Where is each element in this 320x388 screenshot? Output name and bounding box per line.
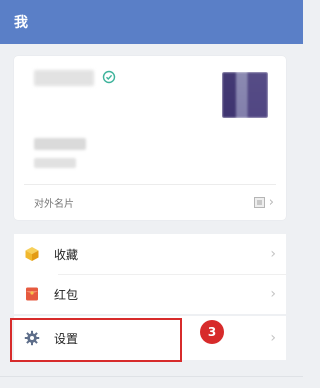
verified-icon xyxy=(102,70,116,84)
chevron-right-icon: › xyxy=(270,286,276,302)
highlight-box xyxy=(10,318,182,362)
chevron-right-icon: › xyxy=(270,246,276,262)
cube-icon xyxy=(24,246,40,262)
card-divider xyxy=(24,184,276,185)
blurred-account-subtext xyxy=(34,158,76,168)
blurred-account-id xyxy=(34,138,86,150)
bottom-divider xyxy=(0,376,303,377)
menu-item-red-envelope[interactable]: 红包 › xyxy=(14,274,286,314)
qr-code-icon xyxy=(253,196,265,208)
menu-item-label: 收藏 xyxy=(54,247,79,262)
step-number-badge: 3 xyxy=(200,320,224,344)
business-card-row[interactable]: 对外名片 › xyxy=(34,190,274,214)
menu-item-favorites[interactable]: 收藏 › xyxy=(14,234,286,274)
blurred-username xyxy=(34,70,94,86)
top-bar: 我 xyxy=(0,0,303,44)
red-envelope-icon xyxy=(24,286,40,302)
avatar[interactable] xyxy=(222,72,268,118)
menu-item-label: 红包 xyxy=(54,287,79,302)
chevron-right-icon: › xyxy=(270,330,276,346)
chevron-right-icon: › xyxy=(268,194,274,210)
page-title: 我 xyxy=(14,15,28,31)
business-card-label: 对外名片 xyxy=(34,198,74,210)
menu-group: 收藏 › 红包 › xyxy=(14,234,286,314)
profile-card[interactable]: 对外名片 › xyxy=(14,56,286,220)
